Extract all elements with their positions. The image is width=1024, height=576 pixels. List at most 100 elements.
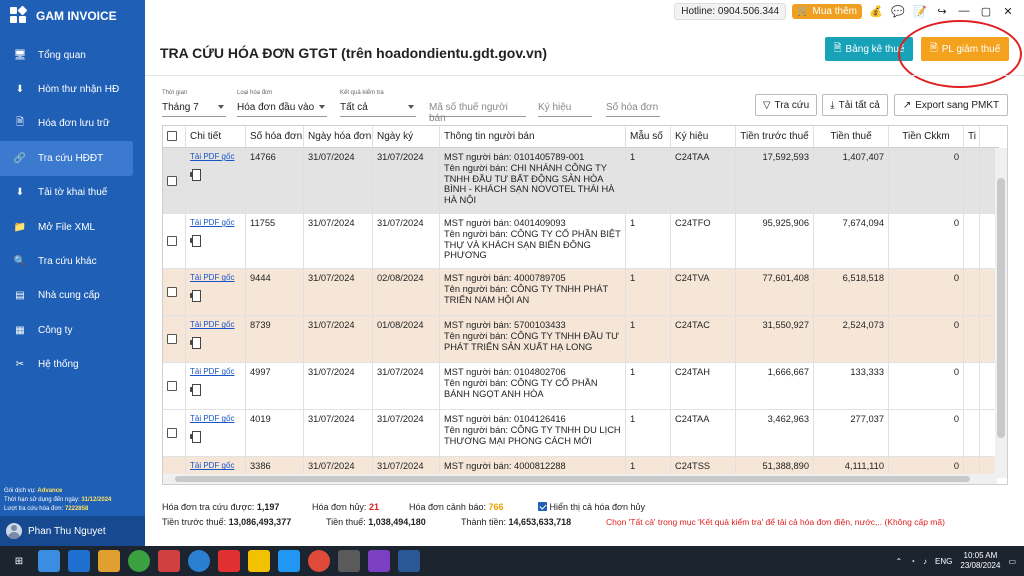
- windows-start-icon[interactable]: ⊞: [8, 550, 30, 572]
- sticky-notes-icon[interactable]: [248, 550, 270, 572]
- language-indicator[interactable]: ENG: [935, 557, 952, 566]
- user-profile[interactable]: Phan Thu Nguyet: [0, 516, 145, 546]
- check-result-select[interactable]: Kết quả kiểm tra Tất cả: [340, 89, 416, 117]
- show-cancelled-checkbox[interactable]: Hiển thị cả hóa đơn hủy: [538, 502, 645, 512]
- clock[interactable]: 10:05 AM 23/08/2024: [960, 551, 1000, 571]
- app-icon-1[interactable]: [38, 550, 60, 572]
- column-header[interactable]: Chi tiết: [186, 126, 246, 147]
- column-header[interactable]: Ngày ký: [373, 126, 440, 147]
- app-icon-5[interactable]: [218, 550, 240, 572]
- skype-icon[interactable]: [278, 550, 300, 572]
- row-checkbox[interactable]: [163, 148, 186, 213]
- chrome-icon[interactable]: [308, 550, 330, 572]
- printer-icon[interactable]: [190, 336, 201, 349]
- download-pdf-link[interactable]: Tải PDF gốc: [190, 273, 241, 284]
- seller-info-line: Tên người bán: CÔNG TY TNHH ĐẦU TƯ: [444, 330, 620, 341]
- column-header[interactable]: Ti: [964, 126, 980, 147]
- sidebar-item-6[interactable]: 🔍 Tra cứu khác: [0, 244, 145, 278]
- table-row[interactable]: Tải PDF gốc 9444 31/07/2024 02/08/2024 MST n…: [163, 269, 997, 317]
- seller-tax-code-input[interactable]: Mã số thuế người bán: [429, 89, 526, 124]
- invoice-number-input[interactable]: Số hóa đơn: [606, 89, 660, 117]
- column-header[interactable]: Tiền Ckkm: [889, 126, 964, 147]
- volume-icon[interactable]: ♪: [923, 557, 927, 566]
- printer-icon[interactable]: [190, 168, 201, 181]
- horizontal-scroll-thumb[interactable]: [175, 476, 970, 482]
- notification-icon[interactable]: ▭: [1008, 557, 1016, 566]
- horizontal-scrollbar[interactable]: [163, 474, 997, 484]
- sidebar-item-4[interactable]: ⬇ Tải tờ khai thuế: [0, 176, 145, 210]
- table-header: Chi tiết Số hóa đơn Ngày hóa đơn Ngày ký Thô…: [163, 126, 999, 148]
- sidebar-item-8[interactable]: ▦ Công ty: [0, 313, 145, 347]
- printer-icon[interactable]: [190, 289, 201, 302]
- symbol-cell: C24TVA: [671, 269, 736, 316]
- column-header[interactable]: Ký hiệu: [671, 126, 736, 147]
- row-checkbox[interactable]: [163, 214, 186, 269]
- download-all-button[interactable]: ⤓ Tải tất cả: [822, 94, 888, 116]
- dropbox-icon[interactable]: [68, 550, 90, 572]
- maximize-icon[interactable]: ▢: [978, 3, 994, 19]
- network-icon[interactable]: ◔: [910, 557, 915, 566]
- symbol-input[interactable]: Ký hiệu: [538, 89, 592, 117]
- row-checkbox[interactable]: [163, 269, 186, 316]
- tools-icon: ✂: [15, 359, 25, 371]
- printer-icon[interactable]: [190, 234, 201, 247]
- sidebar-item-7[interactable]: ▤ Nhà cung cấp: [0, 279, 145, 313]
- table-row[interactable]: Tải PDF gốc 14766 31/07/2024 31/07/2024 MST …: [163, 148, 997, 214]
- buy-more-button[interactable]: 🛒 Mua thêm: [792, 3, 862, 19]
- column-header[interactable]: Ngày hóa đơn: [304, 126, 373, 147]
- column-header[interactable]: Tiền thuế: [814, 126, 889, 147]
- table-row[interactable]: Tải PDF gốc 8739 31/07/2024 01/08/2024 MST n…: [163, 316, 997, 364]
- table-row[interactable]: Tải PDF gốc 11755 31/07/2024 31/07/2024 MST …: [163, 214, 997, 270]
- sidebar-item-2[interactable]: 🗎 Hóa đơn lưu trữ: [0, 107, 145, 141]
- chevron-up-icon[interactable]: ⌃: [896, 557, 903, 566]
- app-icon-4[interactable]: [188, 550, 210, 572]
- word-icon[interactable]: [398, 550, 420, 572]
- row-checkbox[interactable]: [163, 316, 186, 363]
- header-select-all[interactable]: [163, 126, 186, 147]
- visual-studio-icon[interactable]: [368, 550, 390, 572]
- table-row[interactable]: Tải PDF gốc 4997 31/07/2024 31/07/2024 MST n…: [163, 363, 997, 411]
- file-explorer-icon[interactable]: [338, 550, 360, 572]
- money-bag-icon[interactable]: 💰: [868, 3, 884, 19]
- app-icon-2[interactable]: [128, 550, 150, 572]
- download-pdf-link[interactable]: Tải PDF gốc: [190, 320, 241, 331]
- column-header[interactable]: Tiền trước thuế: [736, 126, 814, 147]
- seller-info-line: Tên người bán: CÔNG TY CỔ PHẦN: [444, 377, 598, 388]
- seller-info-cell: MST người bán: 0104802706 Tên người bán: …: [440, 363, 626, 410]
- row-checkbox[interactable]: [163, 410, 186, 457]
- column-header[interactable]: Mẫu số: [626, 126, 671, 147]
- signed-date-cell: 01/08/2024: [373, 316, 440, 363]
- column-header[interactable]: Thông tin người bán: [440, 126, 626, 147]
- sidebar-item-5[interactable]: 📁 Mở File XML: [0, 210, 145, 244]
- download-pdf-link[interactable]: Tải PDF gốc: [190, 218, 241, 229]
- printer-icon[interactable]: [190, 383, 201, 396]
- minimize-icon[interactable]: —: [956, 3, 972, 19]
- sidebar-item-9[interactable]: ✂ Hệ thống: [0, 348, 145, 382]
- period-select[interactable]: Thời gian Tháng 7: [162, 89, 226, 117]
- download-pdf-link[interactable]: Tải PDF gốc: [190, 414, 241, 425]
- sidebar-item-0[interactable]: 🖥 Tổng quan: [0, 38, 145, 72]
- invoice-type-select[interactable]: Loại hóa đơn Hóa đơn đầu vào: [237, 89, 327, 117]
- export-button[interactable]: ↗ Export sang PMKT: [894, 94, 1008, 116]
- download-pdf-link[interactable]: Tải PDF gốc: [190, 152, 241, 163]
- table-row[interactable]: Tải PDF gốc 4019 31/07/2024 31/07/2024 MST n…: [163, 410, 997, 458]
- printer-icon[interactable]: [190, 430, 201, 443]
- vertical-scroll-thumb[interactable]: [997, 178, 1005, 438]
- sidebar-item-1[interactable]: ⬇ Hòm thư nhận HĐ: [0, 72, 145, 106]
- search-button[interactable]: ▽ Tra cứu: [755, 94, 817, 116]
- logout-icon[interactable]: ↪: [934, 3, 950, 19]
- folder-icon[interactable]: [98, 550, 120, 572]
- app-icon-3[interactable]: [158, 550, 180, 572]
- close-icon[interactable]: ✕: [1000, 3, 1016, 19]
- sidebar-item-3[interactable]: 🔗 Tra cứu HĐĐT: [0, 141, 133, 176]
- chat-icon[interactable]: 💬: [890, 3, 906, 19]
- export-label: Export sang PMKT: [915, 99, 1000, 111]
- feedback-icon[interactable]: 📝: [912, 3, 928, 19]
- vertical-scrollbar[interactable]: [995, 148, 1007, 478]
- download-pdf-link[interactable]: Tải PDF gốc: [190, 461, 241, 472]
- symbol-cell: C24TFO: [671, 214, 736, 269]
- column-header[interactable]: Số hóa đơn: [246, 126, 304, 147]
- download-pdf-link[interactable]: Tải PDF gốc: [190, 367, 241, 378]
- row-checkbox[interactable]: [163, 363, 186, 410]
- seller-info-line: MST người bán: 4000789705: [444, 273, 566, 284]
